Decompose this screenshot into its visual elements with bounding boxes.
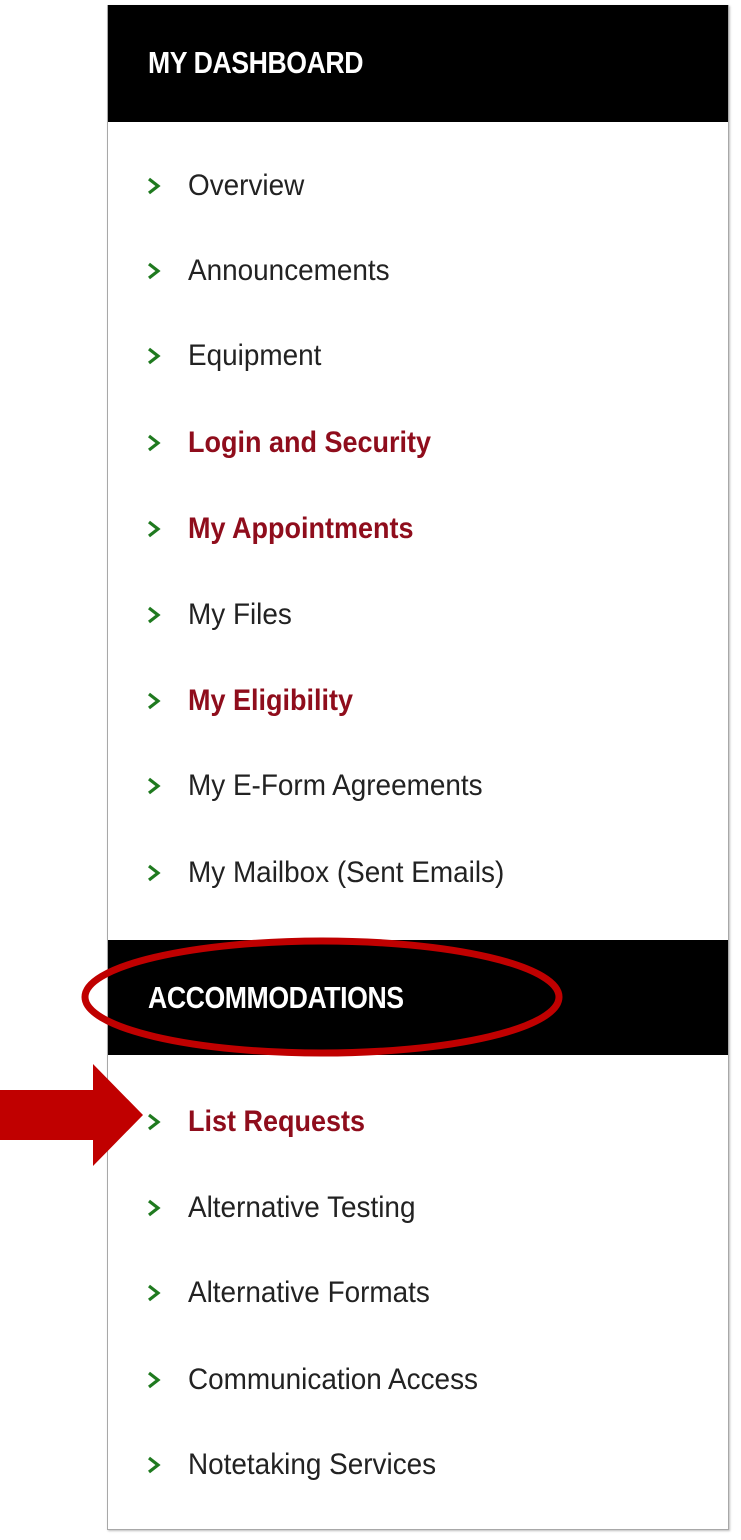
chevron-right-icon [148, 434, 161, 452]
menu-item-login-and-security[interactable]: Login and Security [108, 418, 728, 468]
menu-item-alternative-testing[interactable]: Alternative Testing [108, 1183, 728, 1233]
menu-item-announcements[interactable]: Announcements [108, 246, 728, 296]
menu-item-my-appointments[interactable]: My Appointments [108, 504, 728, 554]
menu-item-equipment[interactable]: Equipment [108, 331, 728, 381]
chevron-right-icon [148, 262, 161, 280]
section-title: ACCOMMODATIONS [148, 979, 404, 1015]
chevron-right-icon [148, 1199, 161, 1217]
chevron-right-icon [148, 1284, 161, 1302]
menu-item-my-files[interactable]: My Files [108, 590, 728, 640]
menu-item-my-e-form-agreements[interactable]: My E-Form Agreements [108, 761, 728, 811]
chevron-right-icon [148, 1371, 161, 1389]
chevron-right-icon [148, 347, 161, 365]
chevron-right-icon [148, 1113, 161, 1131]
menu-item-label: Communication Access [188, 1363, 478, 1396]
menu-item-label: My Files [188, 598, 292, 631]
menu-item-label: List Requests [188, 1105, 366, 1138]
menu-item-alternative-formats[interactable]: Alternative Formats [108, 1268, 728, 1318]
menu-item-label: Alternative Formats [188, 1276, 430, 1309]
chevron-right-icon [148, 864, 161, 882]
menu-item-label: My E-Form Agreements [188, 769, 483, 802]
chevron-right-icon [148, 606, 161, 624]
menu-item-label: Overview [188, 169, 305, 202]
menu-item-label: Notetaking Services [188, 1448, 437, 1481]
menu-item-my-mailbox[interactable]: My Mailbox (Sent Emails) [108, 848, 728, 898]
menu-item-overview[interactable]: Overview [108, 161, 728, 211]
menu-item-label: Announcements [188, 254, 390, 287]
menu-item-label: Equipment [188, 339, 322, 372]
menu-item-label: My Eligibility [188, 684, 354, 717]
menu-item-label: My Mailbox (Sent Emails) [188, 856, 505, 889]
section-header-my-dashboard: MY DASHBOARD [108, 5, 728, 122]
menu-item-list-requests[interactable]: List Requests [108, 1097, 728, 1147]
menu-item-communication-access[interactable]: Communication Access [108, 1355, 728, 1405]
chevron-right-icon [148, 177, 161, 195]
chevron-right-icon [148, 777, 161, 795]
menu-item-my-eligibility[interactable]: My Eligibility [108, 676, 728, 726]
section-title: MY DASHBOARD [148, 45, 364, 80]
menu-item-label: My Appointments [188, 512, 414, 545]
menu-item-label: Login and Security [188, 426, 432, 459]
dashboard-sidebar: MY DASHBOARD Overview Announcements Equi… [107, 5, 729, 1530]
chevron-right-icon [148, 520, 161, 538]
menu-item-notetaking-services[interactable]: Notetaking Services [108, 1440, 728, 1490]
menu-item-label: Alternative Testing [188, 1191, 416, 1224]
chevron-right-icon [148, 692, 161, 710]
section-header-accommodations[interactable]: ACCOMMODATIONS [108, 940, 728, 1055]
chevron-right-icon [148, 1456, 161, 1474]
